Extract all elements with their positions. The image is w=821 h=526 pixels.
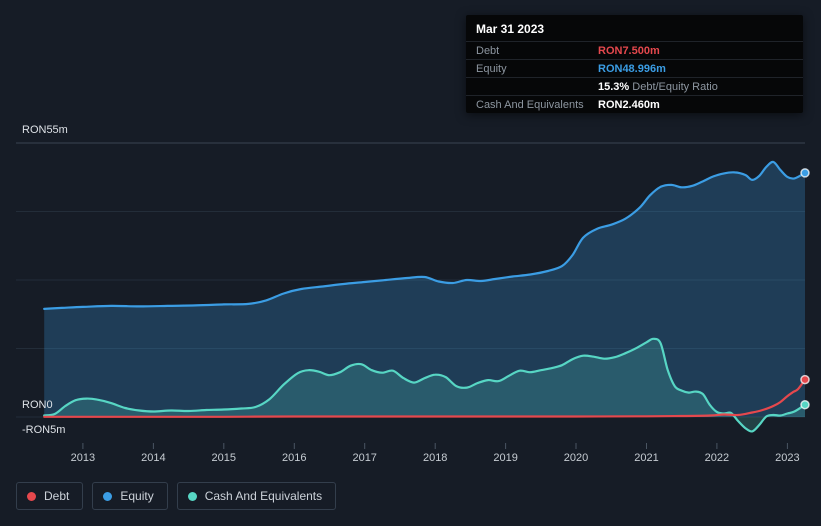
tooltip-row-debt: Debt RON7.500m <box>466 41 803 59</box>
tooltip-equity-label: Equity <box>476 62 507 75</box>
y-axis-label-zero: RON0 <box>22 399 53 411</box>
tooltip-row-ratio: 15.3% Debt/Equity Ratio <box>466 77 803 95</box>
legend-item-equity[interactable]: Equity <box>92 482 168 510</box>
debt-legend-dot-icon <box>27 491 36 501</box>
tooltip-cash-value: RON2.460m <box>598 98 660 111</box>
cash-legend-dot-icon <box>187 491 197 501</box>
tooltip-debt-label: Debt <box>476 44 500 57</box>
tooltip-ratio-label: Debt/Equity Ratio <box>629 80 718 93</box>
endpoint-cash-and-equivalents[interactable] <box>800 399 810 410</box>
endpoint-debt[interactable] <box>800 374 810 385</box>
x-axis-tick-label: 2015 <box>212 452 236 464</box>
x-axis-tick-label: 2013 <box>71 452 95 464</box>
tooltip-debt-value: RON7.500m <box>598 44 660 57</box>
tooltip-row-cash: Cash And Equivalents RON2.460m <box>466 95 803 113</box>
x-axis-tick-label: 2022 <box>705 452 729 464</box>
legend-label-debt: Debt <box>44 489 70 503</box>
x-axis-tick-label: 2020 <box>564 452 588 464</box>
legend-label-equity: Equity <box>120 489 154 503</box>
x-axis-tick-label: 2019 <box>493 452 517 464</box>
x-axis-tick-label: 2014 <box>141 452 165 464</box>
x-axis-tick-label: 2021 <box>634 452 658 464</box>
tooltip-cash-label: Cash And Equivalents <box>476 98 584 111</box>
y-axis-label-max: RON55m <box>22 124 68 136</box>
legend-label-cash: Cash And Equivalents <box>204 489 323 503</box>
y-axis-label-min: -RON5m <box>22 424 66 436</box>
x-axis-tick-label: 2017 <box>352 452 376 464</box>
endpoint-equity[interactable] <box>800 168 810 178</box>
tooltip-equity-value: RON48.996m <box>598 62 666 75</box>
x-axis-tick-label: 2018 <box>423 452 447 464</box>
chart-tooltip: Mar 31 2023 Debt RON7.500m Equity RON48.… <box>466 15 803 113</box>
x-axis-tick-label: 2023 <box>775 452 799 464</box>
tooltip-row-equity: Equity RON48.996m <box>466 59 803 77</box>
legend: Debt Equity Cash And Equivalents <box>16 482 337 510</box>
tooltip-ratio-value: 15.3% Debt/Equity Ratio <box>598 81 718 93</box>
x-axis-tick-label: 2016 <box>282 452 306 464</box>
legend-item-cash[interactable]: Cash And Equivalents <box>176 482 337 510</box>
equity-legend-dot-icon <box>103 491 113 501</box>
legend-item-debt[interactable]: Debt <box>16 482 84 510</box>
debt-equity-chart-panel: 2013 2014 2015 2016 2017 2018 2019 2020 2021 2022… <box>0 0 821 526</box>
tooltip-date: Mar 31 2023 <box>476 22 545 36</box>
tooltip-ratio-percent: 15.3% <box>598 80 630 93</box>
